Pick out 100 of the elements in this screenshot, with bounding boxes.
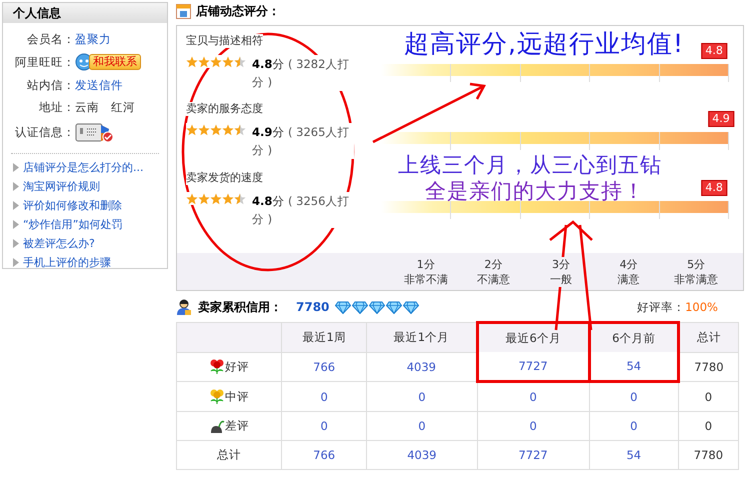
table-cell: 0: [477, 412, 590, 440]
store-icon: [176, 4, 191, 18]
flower-icon: [209, 358, 225, 375]
star-icon: [186, 56, 198, 68]
help-link[interactable]: 店铺评分是怎么打分的...: [23, 160, 144, 175]
table-cell: 0: [477, 382, 590, 412]
contact-button[interactable]: 和我联系: [89, 54, 141, 70]
scale-label: 不满意: [476, 272, 510, 286]
wilted-flower-icon: [209, 418, 225, 434]
row-label: 好评: [225, 359, 249, 374]
certificate-icon: [75, 121, 115, 143]
table-cell: 7727: [477, 440, 590, 470]
table-cell: 0: [589, 382, 678, 412]
score-marker: 4.8: [701, 180, 727, 196]
star-icon: [198, 124, 210, 136]
table-cell: 766: [282, 440, 367, 470]
scale-score: 5分: [687, 256, 706, 272]
table-cell: 0: [678, 412, 738, 440]
help-link[interactable]: 淘宝网评价规则: [23, 179, 100, 194]
credit-score: 7780: [296, 300, 330, 314]
scale-label: 非常满意: [674, 272, 718, 286]
table-cell: 0: [589, 412, 678, 440]
column-header: 最近1周: [282, 322, 367, 352]
annotation-text: 上线三个月，从三心到五钻: [398, 152, 662, 179]
triangle-bullet-icon: [13, 239, 19, 248]
field-label: 地址：: [38, 100, 75, 114]
field-label: 认证信息：: [14, 124, 75, 140]
half-star-icon: [234, 192, 246, 205]
star-icon: [210, 56, 222, 68]
table-cell: 766: [282, 352, 367, 382]
field-label: 站内信：: [26, 78, 75, 92]
scale-label: 非常不满: [404, 272, 448, 286]
rating-score: 4.9分 ( 3265人打分 ): [252, 123, 354, 160]
score-marker: 4.8: [701, 43, 727, 59]
diamond-icon: [403, 300, 420, 314]
star-icon: [222, 56, 234, 68]
half-star-icon: [234, 124, 246, 136]
triangle-bullet-icon: [13, 201, 19, 210]
flower-icon: [209, 388, 225, 404]
field-label: 阿里旺旺：: [14, 54, 75, 70]
table-cell: 0: [678, 382, 738, 412]
triangle-bullet-icon: [13, 258, 19, 267]
scale-label: 一般: [550, 272, 572, 286]
table-cell: 0: [366, 412, 478, 440]
scale-label: 满意: [618, 272, 640, 286]
diamond-icon: [386, 300, 402, 314]
help-link[interactable]: 被差评怎么办?: [23, 236, 95, 251]
rating-name: 卖家的服务态度: [186, 102, 263, 116]
triangle-bullet-icon: [13, 163, 19, 172]
table-cell: 54: [589, 352, 678, 382]
field-value: 云南 红河: [75, 100, 135, 114]
column-header: 最近6个月: [477, 322, 590, 352]
table-cell: 4039: [366, 440, 478, 470]
table-cell: 7780: [678, 352, 738, 382]
positive-rate: 好评率：100%: [637, 300, 718, 314]
scale-score: 4分: [620, 256, 638, 272]
annotation-text: 全是亲们的大力支持！: [425, 178, 645, 205]
field-label: 会员名：: [26, 32, 75, 46]
profile-link[interactable]: 盈聚力: [75, 32, 111, 46]
section-title: 店铺动态评分：: [196, 2, 280, 20]
panel-title: 个人信息: [3, 3, 167, 23]
table-cell: 0: [282, 412, 367, 440]
column-header: 总计: [678, 322, 738, 352]
score-marker: 4.9: [708, 111, 734, 128]
help-link[interactable]: “炒作信用”如何处罚: [23, 217, 122, 232]
table-cell: 7727: [477, 352, 590, 382]
rating-name: 宝贝与描述相符: [186, 34, 263, 48]
diamond-icon: [369, 300, 386, 314]
diamond-icon: [352, 300, 368, 314]
half-star-icon: [234, 56, 246, 68]
table-cell: 0: [282, 382, 367, 412]
column-header: 6个月前: [589, 322, 678, 352]
triangle-bullet-icon: [13, 220, 19, 229]
scale-score: 1分: [416, 256, 435, 272]
star-icon: [210, 124, 222, 136]
star-icon: [186, 192, 198, 205]
row-label: 中评: [225, 389, 249, 403]
profile-link[interactable]: 发送信件: [75, 78, 123, 92]
person-icon: [176, 299, 192, 315]
column-header: 最近1个月: [366, 322, 478, 352]
diamond-icon: [335, 300, 352, 314]
star-icon: [210, 192, 222, 205]
help-link[interactable]: 手机上评价的步骤: [23, 255, 111, 270]
rating-name: 卖家发货的速度: [186, 170, 263, 185]
table-cell: 0: [366, 382, 478, 412]
table-cell: 7780: [678, 440, 738, 470]
star-icon: [198, 192, 210, 205]
table-cell: 54: [589, 440, 678, 470]
row-label: 总计: [217, 448, 241, 462]
star-icon: [222, 124, 234, 136]
scale-score: 2分: [484, 256, 502, 272]
star-icon: [222, 192, 234, 205]
help-link[interactable]: 评价如何修改和删除: [23, 198, 122, 213]
scale-score: 3分: [552, 256, 570, 272]
star-icon: [198, 56, 210, 68]
star-icon: [186, 124, 198, 136]
annotation-text: 超高评分,远超行业均值!: [404, 28, 684, 60]
section-title: 卖家累积信用：: [198, 298, 282, 316]
row-label: 差评: [225, 418, 249, 432]
triangle-bullet-icon: [13, 182, 19, 191]
